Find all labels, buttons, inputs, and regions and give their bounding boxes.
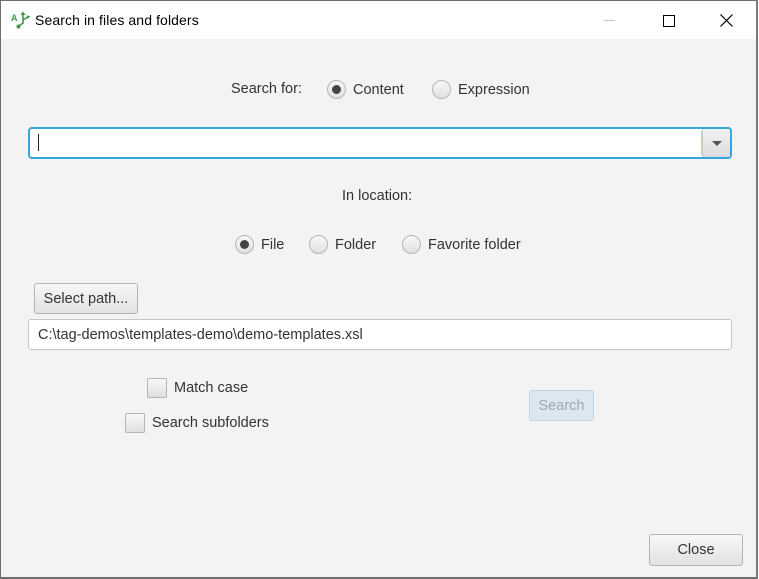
- radio-expression-indicator: [432, 80, 451, 99]
- radio-file-indicator: [235, 235, 254, 254]
- maximize-button[interactable]: [639, 1, 697, 39]
- radio-favorite-folder-indicator: [402, 235, 421, 254]
- radio-folder-indicator: [309, 235, 328, 254]
- title-bar: A Search in files and folders: [1, 1, 756, 39]
- location-label: In location:: [342, 188, 413, 204]
- radio-favorite-folder-label: Favorite folder: [428, 236, 521, 253]
- close-button[interactable]: Close: [649, 534, 743, 566]
- radio-expression-label: Expression: [458, 81, 530, 98]
- search-button[interactable]: Search: [529, 390, 594, 421]
- search-subfolders-label: Search subfolders: [152, 415, 269, 431]
- radio-file-label: File: [261, 236, 285, 253]
- radio-folder[interactable]: Folder: [309, 235, 376, 254]
- minimize-icon: [604, 20, 615, 21]
- select-path-button[interactable]: Select path...: [34, 283, 138, 314]
- search-dialog: A Search in files and folders Search for…: [0, 0, 758, 579]
- radio-file[interactable]: File: [235, 235, 284, 254]
- search-dropdown-button[interactable]: [702, 129, 730, 157]
- match-case-box: [147, 378, 167, 398]
- radio-content-label: Content: [353, 81, 404, 98]
- chevron-down-icon: [712, 141, 722, 146]
- radio-content[interactable]: Content: [327, 80, 404, 99]
- window-title: Search in files and folders: [35, 12, 199, 28]
- match-case-checkbox[interactable]: Match case: [147, 378, 248, 398]
- radio-content-indicator: [327, 80, 346, 99]
- minimize-button[interactable]: [581, 1, 639, 39]
- close-icon: [720, 14, 733, 27]
- maximize-icon: [663, 15, 675, 27]
- radio-favorite-folder[interactable]: Favorite folder: [402, 235, 521, 254]
- search-subfolders-box: [125, 413, 145, 433]
- radio-folder-label: Folder: [335, 236, 377, 253]
- radio-expression[interactable]: Expression: [432, 80, 530, 99]
- text-cursor: [38, 134, 39, 151]
- window-close-button[interactable]: [697, 1, 755, 39]
- search-subfolders-checkbox[interactable]: Search subfolders: [125, 413, 269, 433]
- search-for-label: Search for:: [231, 81, 302, 97]
- search-combobox[interactable]: [28, 127, 732, 159]
- match-case-label: Match case: [174, 380, 249, 396]
- search-input[interactable]: [34, 131, 702, 155]
- svg-text:A: A: [11, 13, 18, 23]
- search-files-icon: A: [11, 11, 31, 29]
- path-field[interactable]: [28, 319, 732, 350]
